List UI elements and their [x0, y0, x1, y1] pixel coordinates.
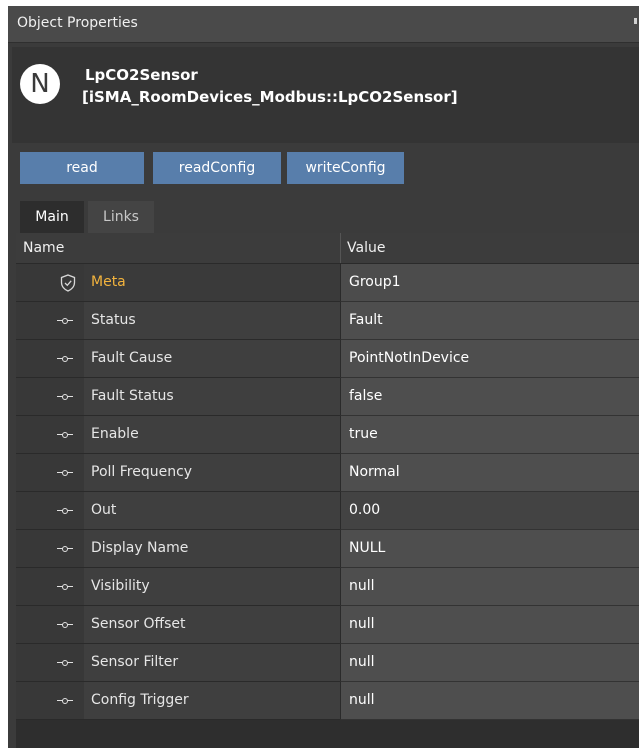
slot-icon — [57, 470, 73, 476]
row-value-cell[interactable] — [340, 682, 639, 720]
object-type: [iSMA_RoomDevices_Modbus::LpCO2Sensor] — [82, 88, 458, 106]
panel-title: Object Properties — [17, 15, 138, 31]
slot-icon — [57, 698, 73, 704]
row-gutter — [16, 568, 84, 606]
table-row[interactable]: Out 0.00 — [16, 492, 639, 530]
slot-icon — [57, 508, 73, 514]
property-label-sensor-filter: Sensor Filter — [91, 654, 179, 670]
table-row[interactable]: Config Trigger null — [16, 682, 639, 720]
tab-links[interactable]: Links — [88, 201, 154, 233]
row-gutter — [16, 644, 84, 682]
table-row[interactable]: Fault Cause PointNotInDevice — [16, 340, 639, 378]
panel-menu-handle[interactable] — [634, 18, 637, 24]
row-value-cell[interactable] — [340, 492, 639, 530]
tab-main[interactable]: Main — [20, 201, 84, 233]
property-value-fault-cause[interactable]: PointNotInDevice — [349, 350, 469, 366]
property-value-meta[interactable]: Group1 — [349, 274, 401, 290]
panel-title-bar: Object Properties — [8, 6, 639, 43]
slot-icon — [57, 584, 73, 590]
row-name-cell — [84, 492, 340, 530]
property-label-visibility: Visibility — [91, 578, 150, 594]
table-row[interactable]: Sensor Offset null — [16, 606, 639, 644]
property-value-display-name[interactable]: NULL — [349, 540, 385, 556]
object-header: N LpCO2Sensor [iSMA_RoomDevices_Modbus::… — [12, 47, 639, 143]
action-bar: read readConfig writeConfig — [8, 143, 639, 193]
table-row[interactable]: Meta Group1 — [16, 264, 639, 302]
row-gutter — [16, 378, 84, 416]
row-gutter — [16, 454, 84, 492]
tab-bar: Main Links — [8, 193, 639, 233]
readconfig-button[interactable]: readConfig — [153, 152, 281, 184]
property-label-poll-frequency: Poll Frequency — [91, 464, 193, 480]
property-value-config-trigger[interactable]: null — [349, 692, 375, 708]
property-value-status[interactable]: Fault — [349, 312, 383, 328]
property-label-fault-cause: Fault Cause — [91, 350, 173, 366]
property-value-sensor-offset[interactable]: null — [349, 616, 375, 632]
shield-icon — [60, 274, 76, 292]
table-row[interactable]: Status Fault — [16, 302, 639, 340]
object-name: LpCO2Sensor — [85, 66, 198, 84]
row-gutter — [16, 340, 84, 378]
table-row[interactable]: Fault Status false — [16, 378, 639, 416]
slot-icon — [57, 432, 73, 438]
slot-icon — [57, 622, 73, 628]
property-label-meta: Meta — [91, 274, 126, 290]
property-label-status: Status — [91, 312, 136, 328]
table-row[interactable]: Poll Frequency Normal — [16, 454, 639, 492]
property-value-enable[interactable]: true — [349, 426, 378, 442]
property-label-enable: Enable — [91, 426, 139, 442]
property-label-fault-status: Fault Status — [91, 388, 174, 404]
object-properties-panel: Object Properties N LpCO2Sensor [iSMA_Ro… — [8, 6, 639, 748]
slot-icon — [57, 318, 73, 324]
row-value-cell[interactable] — [340, 644, 639, 682]
row-gutter — [16, 416, 84, 454]
column-header-value[interactable]: Value — [347, 240, 385, 256]
property-value-sensor-filter[interactable]: null — [349, 654, 375, 670]
column-divider[interactable] — [340, 233, 341, 263]
slot-icon — [57, 660, 73, 666]
row-value-cell[interactable] — [340, 416, 639, 454]
row-gutter — [16, 492, 84, 530]
table-row[interactable]: Visibility null — [16, 568, 639, 606]
grid-header: Name Value — [16, 233, 639, 264]
row-gutter — [16, 606, 84, 644]
property-value-visibility[interactable]: null — [349, 578, 375, 594]
property-label-config-trigger: Config Trigger — [91, 692, 189, 708]
row-value-cell[interactable] — [340, 378, 639, 416]
row-value-cell[interactable] — [340, 606, 639, 644]
property-value-fault-status[interactable]: false — [349, 388, 382, 404]
property-label-out: Out — [91, 502, 117, 518]
slot-icon — [57, 394, 73, 400]
row-value-cell[interactable] — [340, 568, 639, 606]
row-value-cell[interactable] — [340, 302, 639, 340]
row-gutter — [16, 682, 84, 720]
column-header-name[interactable]: Name — [23, 240, 64, 256]
row-gutter — [16, 530, 84, 568]
table-row[interactable]: Enable true — [16, 416, 639, 454]
property-label-sensor-offset: Sensor Offset — [91, 616, 186, 632]
slot-icon — [57, 546, 73, 552]
writeconfig-button[interactable]: writeConfig — [287, 152, 404, 184]
property-label-display-name: Display Name — [91, 540, 189, 556]
property-value-poll-frequency[interactable]: Normal — [349, 464, 400, 480]
row-gutter — [16, 302, 84, 340]
property-value-out[interactable]: 0.00 — [349, 502, 380, 518]
object-type-badge-icon: N — [20, 64, 60, 104]
table-row[interactable]: Sensor Filter null — [16, 644, 639, 682]
slot-icon — [57, 356, 73, 362]
table-row[interactable]: Display Name NULL — [16, 530, 639, 568]
read-button[interactable]: read — [20, 152, 144, 184]
property-grid: Name Value Meta Group1 Status Fault Faul… — [16, 233, 639, 748]
